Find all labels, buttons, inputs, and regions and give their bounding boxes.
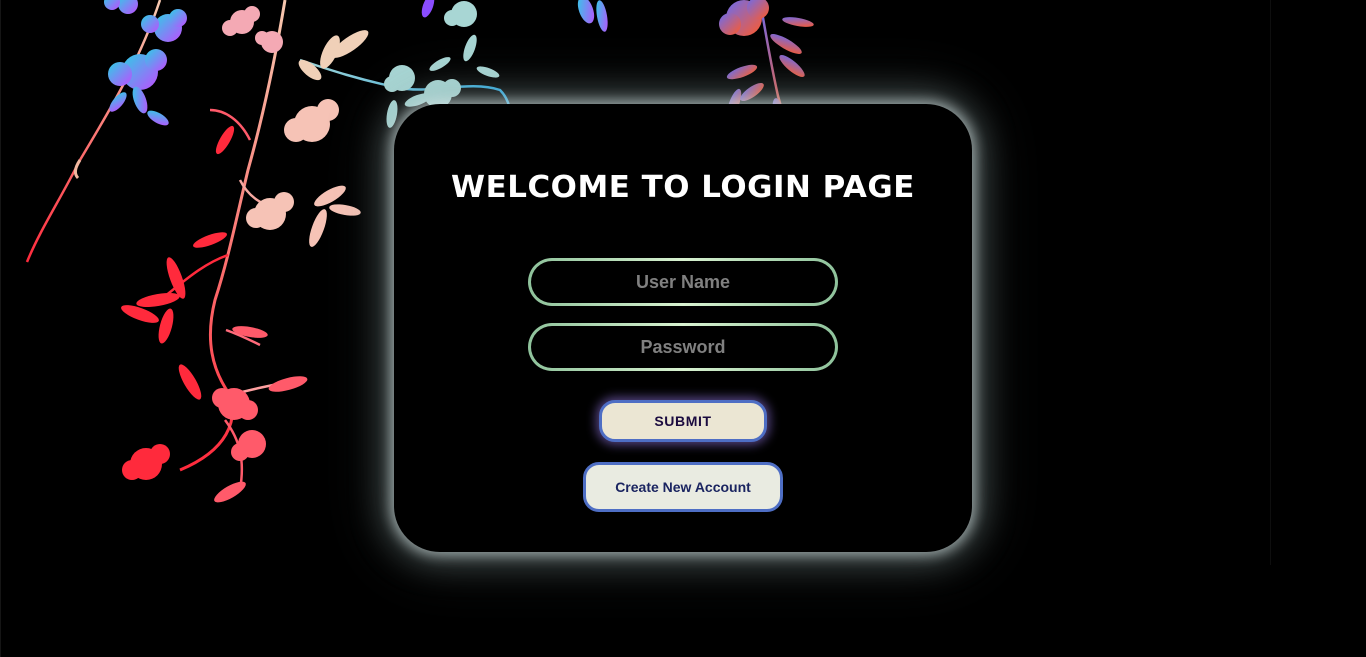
password-input[interactable] [528, 323, 838, 371]
submit-button[interactable]: SUBMIT [599, 400, 767, 442]
login-card: WELCOME TO LOGIN PAGE SUBMIT Create New … [394, 104, 972, 552]
login-page: WELCOME TO LOGIN PAGE SUBMIT Create New … [0, 0, 1366, 657]
page-title: WELCOME TO LOGIN PAGE [451, 170, 915, 205]
create-account-button[interactable]: Create New Account [583, 462, 783, 512]
username-input[interactable] [528, 258, 838, 306]
